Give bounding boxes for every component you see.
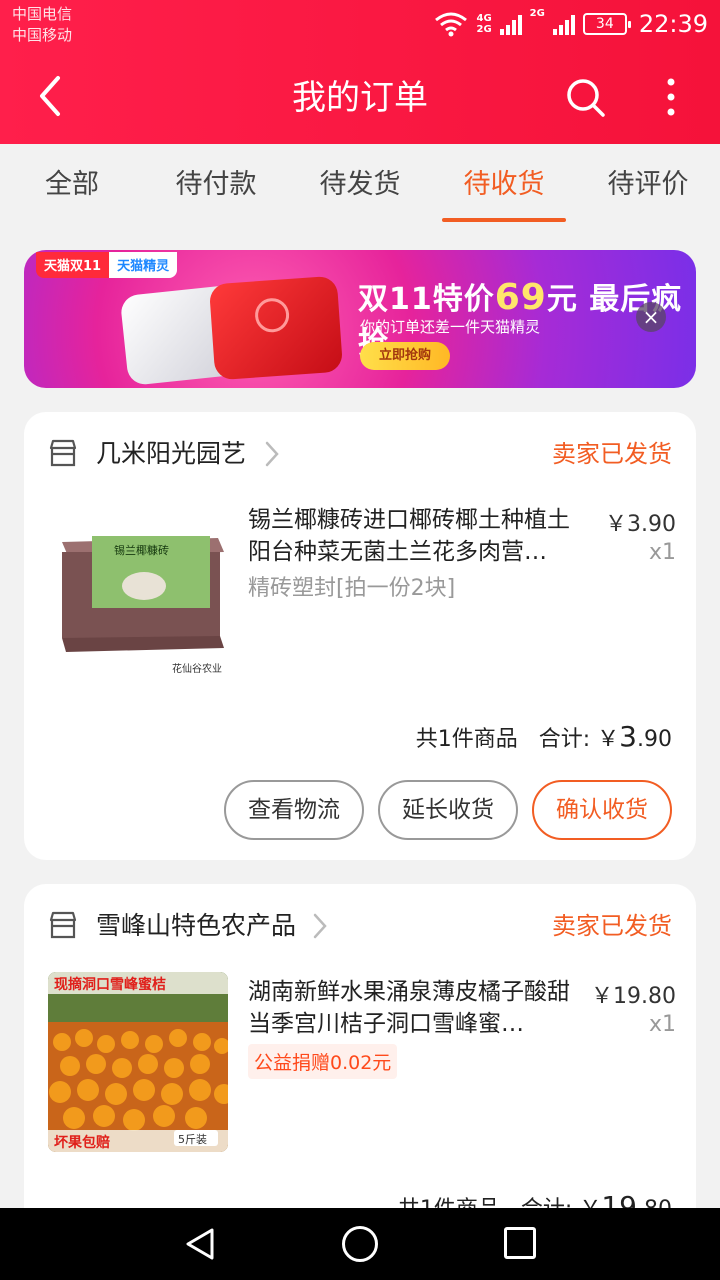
tab-pending-shipment[interactable]: 待发货	[288, 144, 432, 226]
product-title[interactable]: 锡兰椰糠砖进口椰砖椰土种植土阳台种菜无菌土兰花多肉营…	[248, 504, 588, 568]
page-title: 我的订单	[292, 78, 428, 118]
banner-subline: 你的订单还差一件天猫精灵	[360, 318, 541, 336]
tab-pending-payment[interactable]: 待付款	[144, 144, 288, 226]
order-status: 卖家已发货	[552, 440, 672, 468]
order-summary: 共1件商品 合计: ￥3.90	[416, 720, 672, 753]
tab-all[interactable]: 全部	[0, 144, 144, 226]
carrier-2: 中国移动	[12, 26, 73, 44]
system-navigation-bar	[0, 1208, 720, 1280]
shop-name[interactable]: 雪峰山特色农产品	[96, 906, 296, 946]
tmall-double11-tag: 天猫双11	[36, 252, 110, 278]
circle-home-icon[interactable]	[342, 1226, 378, 1262]
thumb-caption: 花仙谷农业	[172, 662, 222, 675]
product-price: ￥19.80	[591, 984, 676, 1009]
order-tabs: 全部 待付款 待发货 待收货 待评价	[0, 144, 720, 226]
store-icon	[49, 911, 77, 939]
view-logistics-button[interactable]: 查看物流	[224, 780, 364, 840]
navigation-bar: 我的订单	[0, 52, 720, 142]
more-vertical-icon[interactable]	[656, 74, 686, 120]
total-currency: ￥	[597, 727, 620, 752]
product-price: ￥3.90	[605, 512, 676, 537]
net1-top-label: 4G	[476, 13, 492, 24]
square-recent-icon[interactable]	[504, 1227, 536, 1259]
wifi-icon	[435, 12, 468, 37]
app-header: 中国电信 中国移动 4G 2G 2G 34 22:39 我的订单	[0, 0, 720, 144]
promo-banner[interactable]: 天猫双11 天猫精灵 双11特价69元 最后疯抢 你的订单还差一件天猫精灵 立即…	[24, 250, 696, 388]
chevron-right-icon	[313, 913, 327, 939]
coir-brick-image: 锡兰椰糠砖 花仙谷农业	[62, 536, 224, 675]
clock: 22:39	[638, 10, 708, 38]
tangerine-image: 现摘洞口雪峰蜜桔 坏果包赔 5斤装	[48, 972, 228, 1152]
product-thumbnail[interactable]: 现摘洞口雪峰蜜桔 坏果包赔 5斤装	[48, 972, 228, 1152]
total-integer: 3	[619, 720, 637, 753]
signal-bars-1-icon	[499, 13, 522, 35]
store-icon	[49, 439, 77, 467]
network-type-2: 2G	[529, 8, 545, 19]
network-type-1: 4G 2G	[476, 13, 491, 35]
tab-pending-review[interactable]: 待评价	[576, 144, 720, 226]
close-icon[interactable]: ×	[636, 302, 666, 332]
tab-pending-receipt[interactable]: 待收货	[432, 144, 576, 226]
banner-cta-button[interactable]: 立即抢购	[360, 342, 450, 370]
thumb-top-text: 现摘洞口雪峰蜜桔	[54, 976, 166, 993]
total-decimal: .90	[637, 727, 672, 752]
carrier-info: 中国电信 中国移动	[12, 4, 72, 46]
thumb-badge: 5斤装	[178, 1133, 207, 1146]
shop-header[interactable]: 几米阳光园艺 卖家已发货	[48, 434, 672, 474]
thumb-label: 锡兰椰糠砖	[114, 543, 169, 557]
product-title[interactable]: 湖南新鲜水果涌泉薄皮橘子酸甜当季宫川桔子洞口雪峰蜜…	[248, 976, 588, 1040]
battery-indicator: 34	[582, 13, 631, 35]
thumb-bottom-text: 坏果包赔	[54, 1134, 110, 1151]
product-thumbnail[interactable]: 锡兰椰糠砖 花仙谷农业	[48, 500, 228, 680]
status-icons: 4G 2G 2G 34 22:39	[434, 6, 708, 42]
triangle-back-icon[interactable]	[182, 1226, 218, 1262]
product-quantity: x1	[648, 1012, 676, 1037]
chevron-right-icon	[265, 441, 279, 467]
item-count: 共1件商品	[415, 727, 518, 752]
charity-badge: 公益捐赠0.02元	[248, 1044, 398, 1079]
banner-tag: 天猫双11 天猫精灵	[36, 252, 178, 278]
confirm-receipt-button[interactable]: 确认收货	[532, 780, 672, 840]
net1-bottom-label: 2G	[476, 24, 492, 35]
order-status: 卖家已发货	[552, 912, 672, 940]
tmall-genie-tag: 天猫精灵	[109, 252, 178, 278]
extend-receipt-button[interactable]: 延长收货	[378, 780, 518, 840]
status-bar: 中国电信 中国移动 4G 2G 2G 34 22:39	[0, 0, 720, 48]
signal-bars-2-icon	[552, 13, 575, 35]
order-card: 几米阳光园艺 卖家已发货 锡兰椰糠砖 花仙谷农业 锡兰椰糠砖进口椰砖椰土种植土阳…	[24, 412, 696, 860]
shop-header[interactable]: 雪峰山特色农产品 卖家已发货	[48, 906, 672, 946]
search-icon[interactable]	[562, 74, 608, 120]
total-label: 合计:	[538, 727, 591, 752]
order-actions: 查看物流 延长收货 确认收货	[224, 780, 672, 840]
product-sku: 精砖塑封[拍一份2块]	[248, 576, 456, 601]
banner-headline-pre: 双11特价	[358, 282, 495, 317]
banner-headline-price: 69	[494, 277, 547, 318]
shop-name[interactable]: 几米阳光园艺	[96, 434, 246, 474]
red-speaker-image	[208, 275, 344, 381]
product-quantity: x1	[648, 540, 676, 565]
carrier-1: 中国电信	[12, 5, 73, 23]
